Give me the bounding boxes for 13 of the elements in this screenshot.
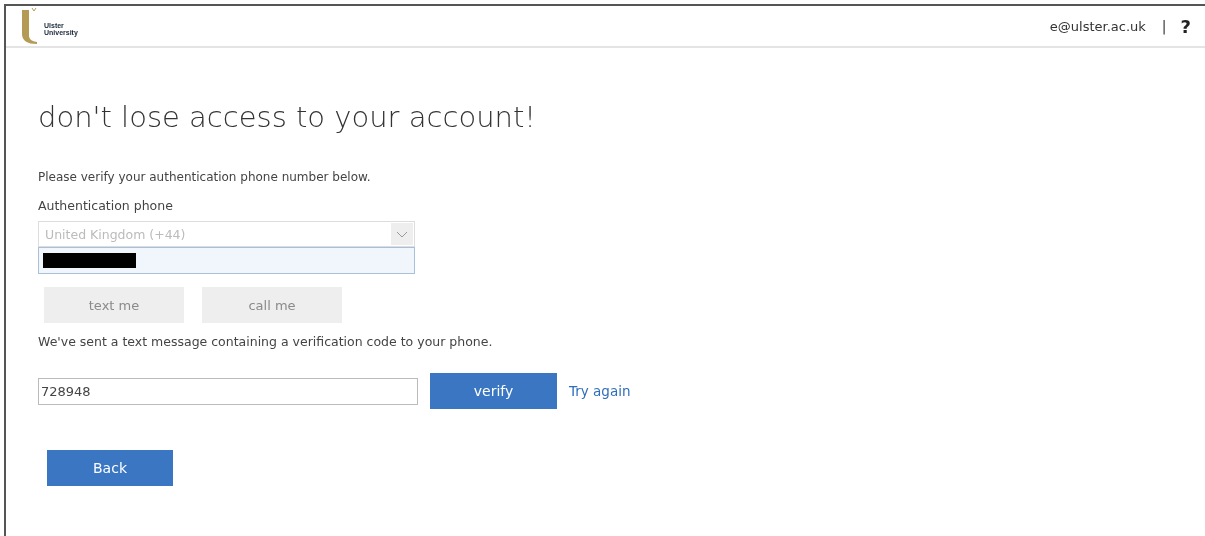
phone-input-field[interactable] — [38, 247, 415, 274]
logo-icon — [20, 8, 40, 44]
try-again-link[interactable]: Try again — [569, 383, 631, 399]
page-title: don't lose access to your account! — [38, 100, 537, 134]
back-button[interactable]: Back — [47, 450, 173, 486]
code-input-field[interactable]: 728948 — [38, 377, 418, 405]
status-message: We've sent a text message containing a verification code to your phone. — [38, 334, 494, 349]
instruction-text: Please verify your authentication phone number below. — [38, 170, 372, 184]
verify-button[interactable]: verify — [430, 373, 557, 409]
user-email: e@ulster.ac.uk — [1049, 18, 1146, 34]
separator: | — [1161, 18, 1167, 34]
field-label: Authentication phone — [38, 198, 174, 213]
help-link[interactable]: ? — [1180, 15, 1191, 37]
